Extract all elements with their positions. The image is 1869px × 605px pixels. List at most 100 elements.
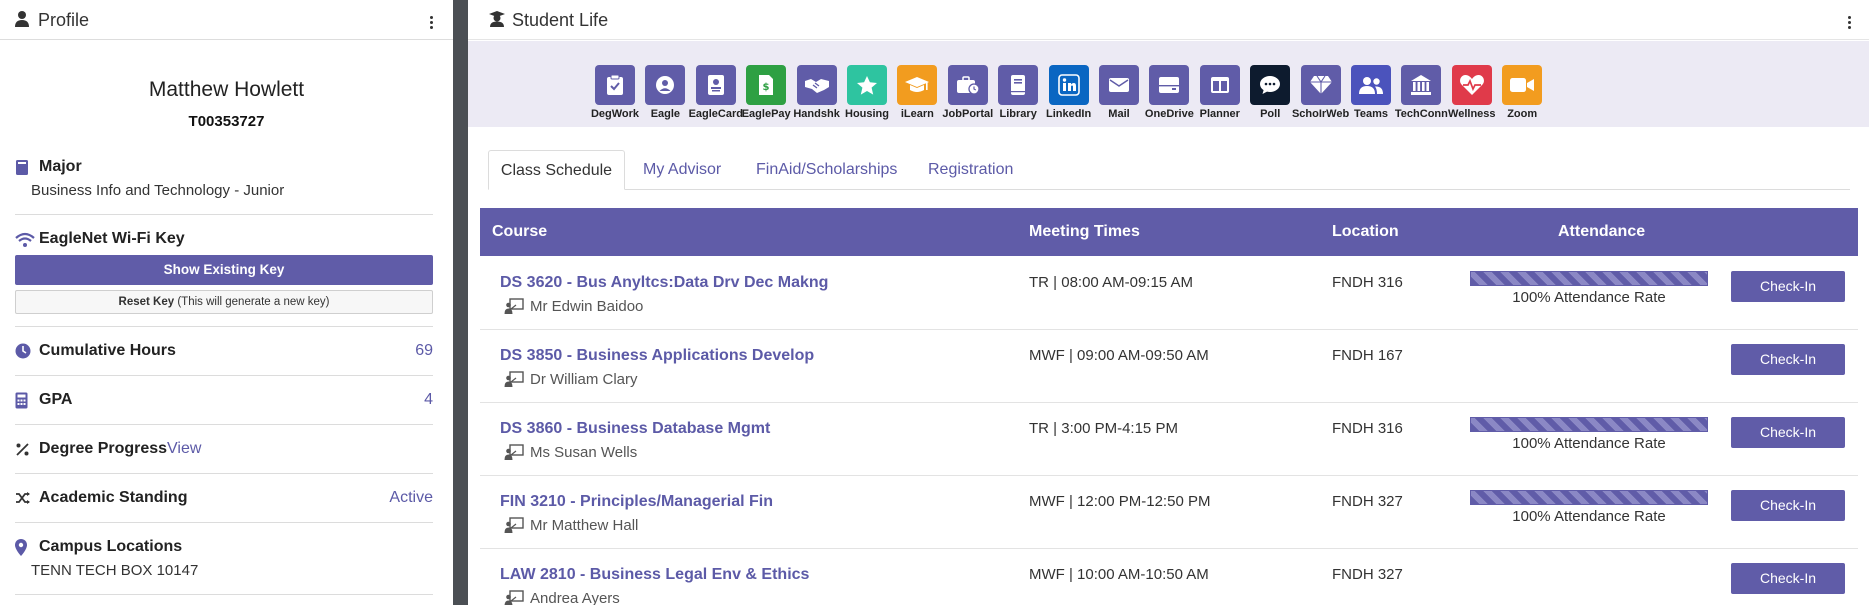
- check-in-button[interactable]: Check-In: [1731, 417, 1845, 448]
- instructor-name: Dr William Clary: [530, 371, 638, 388]
- graduation-cap-icon: [897, 65, 938, 105]
- instructor-name: Andrea Ayers: [530, 590, 620, 605]
- instructor-name: Mr Edwin Baidoo: [530, 298, 644, 315]
- users-icon: [1351, 65, 1391, 105]
- star-icon: [847, 65, 887, 105]
- profile-title: Profile: [38, 10, 90, 30]
- table-row: FIN 3210 - Principles/Managerial Fin Mr M…: [480, 476, 1858, 549]
- attendance: 100% Attendance Rate: [1470, 490, 1708, 525]
- academic-standing-section: Academic Standing Active: [15, 489, 433, 511]
- percent-icon: [15, 442, 30, 462]
- attendance-rate: 100% Attendance Rate: [1512, 508, 1666, 525]
- location: FNDH 327: [1332, 566, 1403, 583]
- campus-locations-section: Campus Locations TENN TECH BOX 10147: [15, 538, 433, 583]
- profile-header: Profile: [0, 0, 453, 40]
- tab-class-schedule[interactable]: Class Schedule: [488, 150, 625, 190]
- attendance: 100% Attendance Rate: [1470, 271, 1708, 306]
- attendance: 100% Attendance Rate: [1470, 417, 1708, 452]
- instructor-name: Mr Matthew Hall: [530, 517, 639, 534]
- table-row: LAW 2810 - Business Legal Env & Ethics An…: [480, 549, 1858, 605]
- table-row: DS 3860 - Business Database Mgmt Ms Susan…: [480, 403, 1858, 476]
- teacher-icon: [504, 371, 524, 391]
- instructor: Andrea Ayers: [504, 590, 620, 605]
- divider: [15, 326, 433, 327]
- degree-progress-view-link[interactable]: View: [167, 440, 201, 458]
- clock-icon: [15, 343, 31, 364]
- hours-section: Cumulative Hours 69: [15, 342, 433, 364]
- student-name: Matthew Howlett: [148, 78, 305, 101]
- location: FNDH 316: [1332, 274, 1403, 291]
- person-icon: [14, 10, 30, 33]
- tab-finaid-scholarships[interactable]: FinAid/Scholarships: [756, 150, 897, 190]
- app-tile-zoom[interactable]: Zoom: [1492, 65, 1552, 120]
- location: FNDH 167: [1332, 347, 1403, 364]
- app-launcher-bar: DegWork Eagle EagleCard $ EaglePay Handshk Hou…: [468, 41, 1869, 127]
- check-in-button[interactable]: Check-In: [1731, 344, 1845, 375]
- location: FNDH 316: [1332, 420, 1403, 437]
- show-key-button[interactable]: Show Existing Key: [15, 255, 433, 285]
- svg-text:$: $: [763, 82, 770, 93]
- profile-menu-icon[interactable]: [428, 15, 434, 33]
- major-section: Major Business Info and Technology - Jun…: [15, 158, 433, 203]
- major-label: Major: [39, 158, 82, 175]
- course-link[interactable]: DS 3850 - Business Applications Develop: [500, 347, 814, 365]
- table-row: DS 3620 - Bus Anyltcs:Data Drv Dec Makng…: [480, 257, 1858, 330]
- student-life-title: Student Life: [512, 10, 609, 30]
- meeting-time: TR | 3:00 PM-4:15 PM: [1029, 420, 1178, 437]
- bank-icon: [1401, 65, 1442, 105]
- hard-drive-icon: [1149, 65, 1190, 105]
- meeting-time: MWF | 10:00 AM-10:50 AM: [1029, 566, 1209, 583]
- gpa-label: GPA: [39, 391, 73, 408]
- table-row: DS 3850 - Business Applications Develop D…: [480, 330, 1858, 403]
- course-link[interactable]: DS 3860 - Business Database Mgmt: [500, 420, 770, 438]
- tab-my-advisor[interactable]: My Advisor: [643, 150, 721, 190]
- divider: [15, 214, 433, 215]
- panel-splitter[interactable]: [453, 0, 468, 605]
- schedule-tabs: Class Schedule My Advisor FinAid/Scholar…: [488, 150, 1850, 190]
- instructor: Ms Susan Wells: [504, 444, 637, 464]
- gpa-value: 4: [424, 391, 433, 408]
- degree-progress-section: Degree Progress View: [15, 440, 433, 462]
- attendance-progress-bar: [1470, 271, 1708, 286]
- col-meeting-times: Meeting Times: [1029, 223, 1140, 240]
- meeting-time: TR | 08:00 AM-09:15 AM: [1029, 274, 1193, 291]
- location: FNDH 327: [1332, 493, 1403, 510]
- reset-key-label: Reset Key: [118, 296, 175, 308]
- reset-key-button[interactable]: Reset Key (This will generate a new key): [15, 290, 433, 314]
- attendance-progress-bar: [1470, 490, 1708, 505]
- course-link[interactable]: FIN 3210 - Principles/Managerial Fin: [500, 493, 773, 511]
- clipboard-check-icon: [595, 65, 635, 105]
- check-in-button[interactable]: Check-In: [1731, 490, 1845, 521]
- instructor: Dr William Clary: [504, 371, 638, 391]
- heart-pulse-icon: [1451, 65, 1492, 105]
- campus-value: TENN TECH BOX 10147: [31, 562, 199, 579]
- divider: [15, 594, 433, 595]
- campus-label: Campus Locations: [39, 538, 183, 555]
- divider: [15, 375, 433, 376]
- linkedin-icon: [1048, 65, 1089, 105]
- app-tile-label: Zoom: [1507, 108, 1538, 120]
- video-camera-icon: [1502, 65, 1543, 105]
- tab-registration[interactable]: Registration: [928, 150, 1013, 190]
- id-card-icon: [695, 65, 736, 105]
- student-id: T00353727: [188, 113, 265, 130]
- course-link[interactable]: DS 3620 - Bus Anyltcs:Data Drv Dec Makng: [500, 274, 828, 292]
- meeting-time: MWF | 09:00 AM-09:50 AM: [1029, 347, 1209, 364]
- course-link[interactable]: LAW 2810 - Business Legal Env & Ethics: [500, 566, 809, 584]
- check-in-button[interactable]: Check-In: [1731, 563, 1845, 594]
- book-icon: [998, 65, 1039, 105]
- gem-icon: [1300, 65, 1341, 105]
- instructor-name: Ms Susan Wells: [530, 444, 638, 461]
- chat-bubble-icon: [1250, 65, 1291, 105]
- wifi-section: EagleNet Wi-Fi Key: [15, 230, 433, 252]
- dollar-file-icon: $: [746, 65, 787, 105]
- teacher-icon: [504, 517, 524, 537]
- student-life-menu-icon[interactable]: [1846, 15, 1852, 33]
- col-course: Course: [492, 223, 548, 240]
- check-in-button[interactable]: Check-In: [1731, 271, 1845, 302]
- schedule-table-header: Course Meeting Times Location Attendance: [480, 208, 1858, 256]
- book-icon: [15, 159, 29, 181]
- profile-panel: Profile Matthew Howlett T00353727 Major …: [0, 0, 453, 605]
- teacher-icon: [504, 444, 524, 464]
- standing-value: Active: [389, 489, 433, 506]
